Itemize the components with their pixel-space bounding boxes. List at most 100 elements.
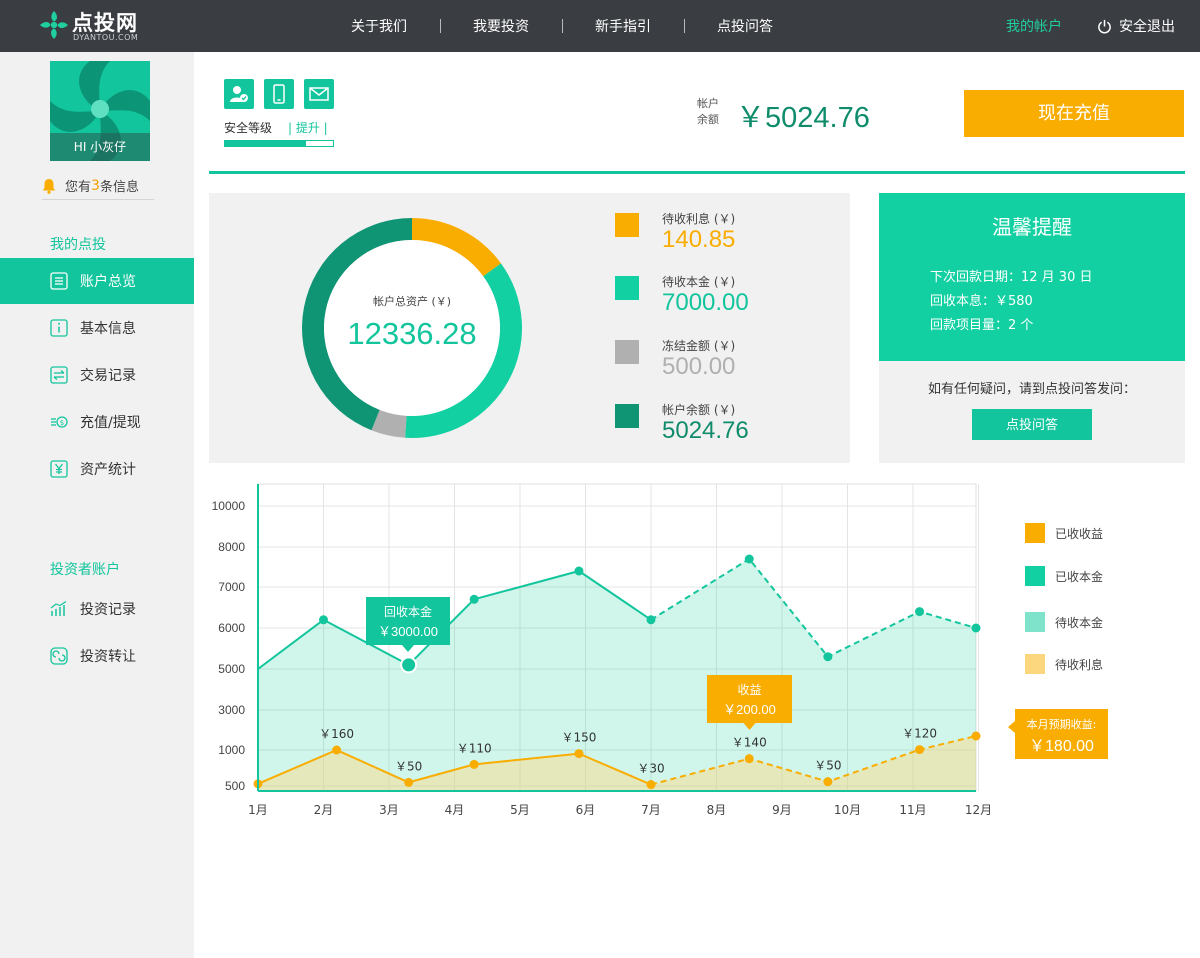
legend-label: 待收利息 <box>1055 658 1104 672</box>
income-point[interactable] <box>971 731 981 741</box>
identity-verified-icon[interactable] <box>224 79 254 109</box>
sidebar-item-asset-stats[interactable]: 资产统计 <box>0 446 194 492</box>
principal-point[interactable] <box>744 554 754 564</box>
tooltip-principal: 回收本金 ￥3000.00 <box>366 597 450 652</box>
x-tick-label: 9月 <box>772 803 792 817</box>
asset-value: 140.85 <box>662 226 736 253</box>
income-point[interactable] <box>915 745 925 755</box>
legend-swatch <box>1025 566 1045 586</box>
yen-icon <box>50 460 68 478</box>
y-tick-label: 5000 <box>218 662 245 676</box>
nav-about[interactable]: 关于我们 <box>318 16 440 36</box>
nav-qa[interactable]: 点投问答 <box>684 16 806 36</box>
balance-label: 帐户余额 <box>697 97 719 126</box>
asset-value: 500.00 <box>662 353 736 380</box>
y-tick-label: 500 <box>225 779 245 793</box>
x-tick-label: 11月 <box>899 803 926 817</box>
principal-point[interactable] <box>574 566 584 576</box>
logout-label: 安全退出 <box>1119 19 1175 35</box>
sidebar-item-overview[interactable]: 账户总览 <box>0 258 194 304</box>
main-nav: 关于我们 我要投资 新手指引 点投问答 <box>318 0 806 52</box>
tooltip-income: 收益 ￥200.00 <box>707 675 792 730</box>
income-point[interactable] <box>646 780 656 790</box>
income-point[interactable] <box>574 749 584 759</box>
sidebar-item-label: 账户总览 <box>80 274 136 290</box>
principal-point[interactable] <box>915 607 925 617</box>
y-tick-label: 3000 <box>218 703 245 717</box>
income-point[interactable] <box>744 754 754 764</box>
logo[interactable]: 点投网 DYANTOU.COM <box>38 7 148 45</box>
sidebar-item-invest-records[interactable]: 投资记录 <box>0 586 194 632</box>
bell-icon <box>42 178 56 194</box>
x-tick-label: 1月 <box>248 803 268 817</box>
principal-point[interactable] <box>971 623 981 633</box>
income-data-label: ￥160 <box>319 727 354 741</box>
sidebar-item-label: 资产统计 <box>80 462 136 478</box>
reminder-count: 回款项目量：2 个 <box>930 318 1034 333</box>
total-assets-label: 帐户总资产 (￥) <box>372 295 452 308</box>
income-point[interactable] <box>823 777 833 787</box>
income-point[interactable] <box>469 759 479 769</box>
exchange-icon <box>50 366 68 384</box>
principal-point[interactable] <box>823 652 833 662</box>
phone-icon[interactable] <box>264 79 294 109</box>
sidebar-item-label: 交易记录 <box>80 368 136 384</box>
reminder-title: 温馨提醒 <box>992 215 1072 239</box>
asset-overview-panel: 帐户总资产 (￥) 12336.28 待收利息 (￥) 140.85 待收本金 … <box>209 193 850 463</box>
security-upgrade-link[interactable]: | 提升 | <box>288 119 328 136</box>
logo-icon <box>40 11 68 39</box>
sidebar-item-transactions[interactable]: 交易记录 <box>0 352 194 398</box>
income-data-label: ￥140 <box>732 736 767 750</box>
asset-label: 冻结金额 (￥) <box>662 339 736 353</box>
bar-chart-icon <box>50 601 67 616</box>
avatar[interactable]: HI 小灰仔 <box>50 61 150 161</box>
svg-text:$: $ <box>60 419 64 427</box>
tooltip-income-title: 收益 <box>737 683 761 697</box>
sidebar: HI 小灰仔 您有 3 条信息 我的点投 账户总览 基本信息 交易记录 $ 充值/提… <box>0 52 194 958</box>
msg-count: 3 <box>91 177 100 194</box>
principal-point[interactable] <box>319 615 328 625</box>
income-chart-svg: 10000 8000 7000 6000 5000 3000 1000 5001月 2月 3月 4月… <box>212 483 1108 817</box>
nav-invest[interactable]: 我要投资 <box>440 16 562 36</box>
nav-guide[interactable]: 新手指引 <box>562 16 684 36</box>
reminder-amount: 回收本息：￥580 <box>930 294 1033 309</box>
legend-swatch <box>615 404 639 428</box>
x-tick-label: 4月 <box>445 803 465 817</box>
security-level-label: 安全等级 <box>224 121 273 135</box>
logout-button[interactable]: 安全退出 <box>1097 16 1175 36</box>
coins-icon: $ <box>51 416 68 428</box>
x-tick-label: 10月 <box>834 803 861 817</box>
x-tick-label: 5月 <box>510 803 530 817</box>
reminder-panel: 温馨提醒 下次回款日期：12 月 30 日 回收本息：￥580 回款项目量：2 … <box>879 193 1185 361</box>
principal-point[interactable] <box>400 656 418 674</box>
security-icons <box>224 79 344 109</box>
income-point[interactable] <box>404 777 414 787</box>
principal-point[interactable] <box>469 594 479 604</box>
sidebar-item-recharge[interactable]: $ 充值/提现 <box>0 399 194 445</box>
sidebar-item-invest-transfer[interactable]: 投资转让 <box>0 633 194 679</box>
y-tick-label: 6000 <box>218 621 245 635</box>
sidebar-item-basic-info[interactable]: 基本信息 <box>0 305 194 351</box>
asset-label: 帐户余额 (￥) <box>662 403 736 417</box>
principal-point[interactable] <box>646 615 656 625</box>
y-tick-label: 10000 <box>212 499 246 513</box>
info-icon <box>50 319 68 337</box>
income-point[interactable] <box>332 745 342 755</box>
income-data-label: ￥110 <box>457 741 492 755</box>
asset-value: 5024.76 <box>662 417 749 444</box>
income-data-label: ￥120 <box>902 727 937 741</box>
tooltip-expected-title: 本月预期收益: <box>1027 717 1097 731</box>
email-icon[interactable] <box>304 79 334 109</box>
qa-button[interactable]: 点投问答 <box>972 409 1092 440</box>
message-notice[interactable]: 您有 3 条信息 <box>42 172 154 200</box>
legend-swatch <box>1025 612 1045 632</box>
sidebar-item-label: 充值/提现 <box>80 415 141 431</box>
nav-my-account[interactable]: 我的帐户 <box>1006 16 1062 36</box>
recharge-button[interactable]: 现在充值 <box>964 90 1184 137</box>
tooltip-expected: 本月预期收益: ￥180.00 <box>1008 709 1108 759</box>
asset-value: 7000.00 <box>662 289 749 316</box>
list-icon <box>50 272 68 290</box>
asset-label: 待收本金 (￥) <box>662 275 736 289</box>
tooltip-principal-title: 回收本金 <box>384 604 432 619</box>
tooltip-expected-pointer <box>1008 721 1015 733</box>
